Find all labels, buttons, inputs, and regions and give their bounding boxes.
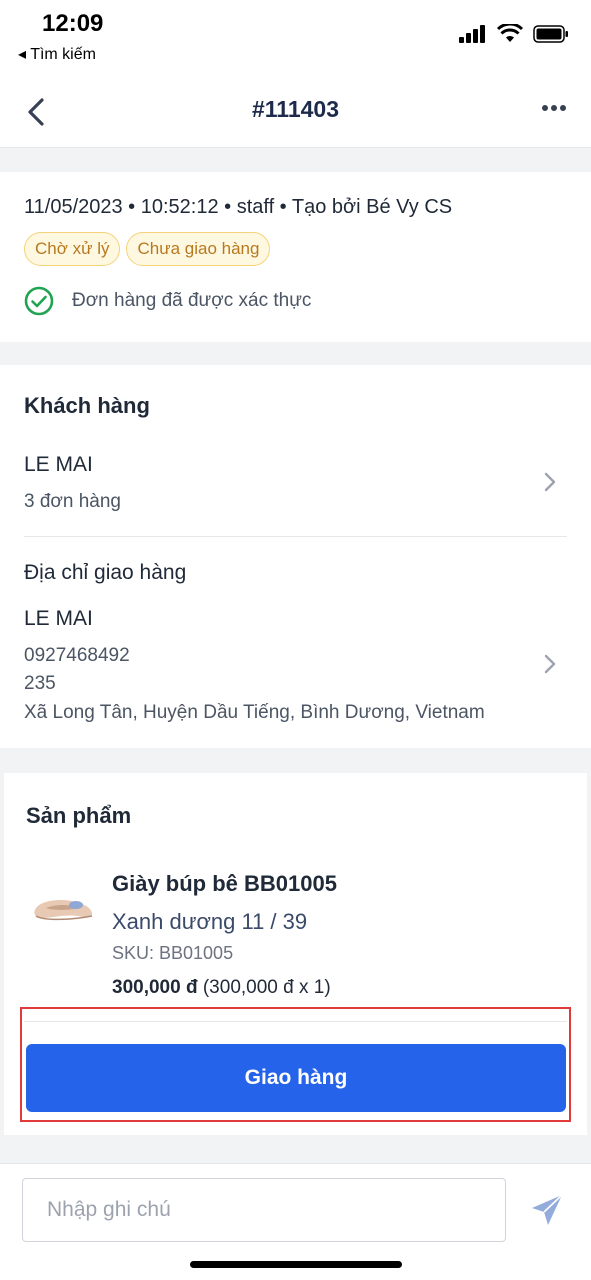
status-badges: Chờ xử lý Chưa giao hàng [24, 232, 271, 266]
address-street: 235 [24, 673, 56, 694]
product-price-detail: (300,000 đ x 1) [197, 977, 331, 998]
ship-button[interactable]: Giao hàng [26, 1044, 566, 1112]
verified-text: Đơn hàng đã được xác thực [72, 290, 312, 311]
customer-card: Khách hàng LE MAI 3 đơn hàng Địa chỉ gia… [0, 365, 591, 748]
customer-row[interactable]: LE MAI 3 đơn hàng [0, 445, 591, 525]
chevron-right-icon [544, 472, 556, 492]
product-sku: SKU: BB01005 [112, 943, 234, 963]
address-row[interactable]: LE MAI 0927468492 235 Xã Long Tân, Huyện… [0, 601, 591, 731]
customer-section-title: Khách hàng [24, 393, 150, 418]
status-badge-shipping: Chưa giao hàng [126, 232, 271, 266]
home-indicator [190, 1261, 402, 1268]
product-variant: Xanh dương 11 / 39 [112, 909, 308, 934]
wifi-icon [497, 24, 523, 42]
product-price-line: 300,000 đ (300,000 đ x 1) [112, 977, 331, 999]
send-icon[interactable] [529, 1192, 565, 1228]
chevron-right-icon [544, 654, 556, 674]
product-price: 300,000 đ [112, 977, 198, 998]
more-options-icon[interactable] [541, 104, 567, 112]
address-phone: 0927468492 [24, 645, 130, 666]
address-region: Xã Long Tân, Huyện Dầu Tiếng, Bình Dương… [24, 702, 485, 723]
verified-row: Đơn hàng đã được xác thực [24, 286, 311, 316]
products-card: Sản phẩm Giày búp bê BB01005 Xanh dương … [4, 773, 587, 1135]
customer-name: LE MAI [24, 453, 93, 476]
order-info-card: 11/05/2023 • 10:52:12 • staff • Tạo bởi … [0, 172, 591, 342]
order-meta: 11/05/2023 • 10:52:12 • staff • Tạo bởi … [24, 196, 453, 218]
status-icons [459, 24, 569, 43]
page-title: #111403 [251, 96, 339, 122]
product-name: Giày búp bê BB01005 [112, 871, 337, 896]
nav-bar: #111403 [0, 76, 591, 148]
products-section-title: Sản phẩm [26, 803, 132, 828]
status-bar: 12:09 ◂ Tìm kiếm [0, 0, 591, 76]
note-input[interactable] [22, 1178, 506, 1242]
address-name: LE MAI [24, 607, 93, 630]
product-thumbnail [34, 900, 93, 921]
battery-icon [533, 24, 568, 43]
customer-orders-count: 3 đơn hàng [24, 491, 121, 512]
address-section-title: Địa chỉ giao hàng [24, 561, 187, 584]
divider [24, 536, 567, 537]
status-time: 12:09 [42, 10, 104, 37]
note-bar [0, 1163, 591, 1280]
signal-icon [459, 24, 485, 43]
check-circle-icon [24, 286, 54, 316]
status-badge-processing: Chờ xử lý [24, 232, 121, 266]
back-to-search-link[interactable]: ◂ Tìm kiếm [18, 44, 96, 64]
